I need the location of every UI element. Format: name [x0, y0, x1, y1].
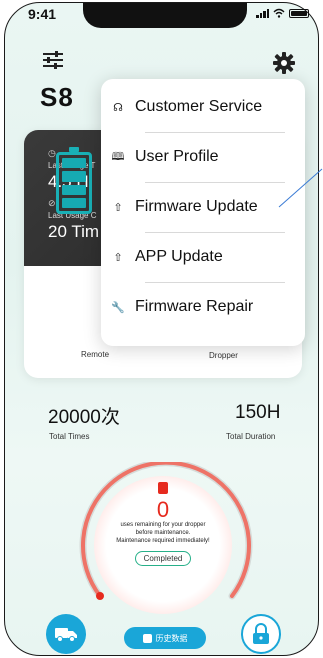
annotation-pointer-line: [278, 168, 323, 208]
notch: [83, 3, 247, 28]
device-model-title: S8: [40, 82, 74, 112]
history-data-button[interactable]: 历史数据: [124, 627, 206, 649]
book-icon: 🕮: [111, 150, 125, 163]
menu-item-user-profile[interactable]: 🕮 User Profile: [101, 133, 305, 181]
gauge-text-line3: Maintenance required immediately!: [116, 538, 210, 544]
completed-button[interactable]: Completed: [134, 551, 192, 566]
dropper-alert-icon: [158, 482, 168, 494]
status-icons: [256, 8, 309, 18]
menu-item-label: Firmware Update: [135, 198, 258, 215]
gauge-content: 0 uses remaining for your dropper before…: [94, 480, 232, 566]
dropper-label: Dropper: [209, 351, 238, 360]
gauge-text-line1: uses remaining for your dropper: [120, 522, 206, 528]
history-label: 历史数据: [155, 633, 188, 643]
total-times-value: 20000次: [48, 407, 120, 428]
padlock-icon: [253, 623, 269, 644]
menu-item-label: Customer Service: [135, 98, 263, 115]
remote-label: Remote: [81, 350, 110, 359]
wifi-icon: [273, 8, 285, 18]
menu-item-label: APP Update: [135, 248, 223, 265]
remote-battery-icon: [56, 147, 92, 214]
battery-status-icon: [289, 8, 309, 18]
menu-item-app-update[interactable]: ⇧ APP Update: [101, 233, 305, 281]
menu-item-firmware-update[interactable]: ⇧ Firmware Update: [101, 183, 305, 231]
gear-icon[interactable]: [273, 52, 295, 74]
lock-button[interactable]: [241, 614, 281, 654]
total-duration-label: Total Duration: [226, 432, 276, 441]
truck-icon: [55, 628, 77, 642]
remaining-uses-value: 0: [156, 497, 170, 522]
status-time: 9:41: [28, 6, 57, 22]
cloud-upload-icon: ⇧: [113, 251, 123, 264]
settings-dropdown-menu: ☊ Customer Service 🕮 User Profile ⇧ Firm…: [101, 79, 305, 346]
headset-icon: ☊: [113, 101, 123, 114]
settings-sliders-icon[interactable]: [42, 50, 64, 70]
gauge-text-line2: before maintenance.: [135, 530, 191, 536]
signal-icon: [256, 8, 269, 18]
total-times-label: Total Times: [49, 432, 90, 441]
menu-item-label: User Profile: [135, 148, 219, 165]
history-icon: [142, 633, 152, 643]
cloud-upload-icon: ⇧: [113, 201, 123, 214]
menu-item-firmware-repair[interactable]: 🔧 Firmware Repair: [101, 283, 305, 331]
total-duration-value: 150H: [235, 402, 281, 423]
wrench-icon: 🔧: [111, 301, 125, 314]
menu-item-label: Firmware Repair: [135, 298, 254, 315]
delivery-truck-button[interactable]: [46, 614, 86, 654]
menu-item-customer-service[interactable]: ☊ Customer Service: [101, 83, 305, 131]
